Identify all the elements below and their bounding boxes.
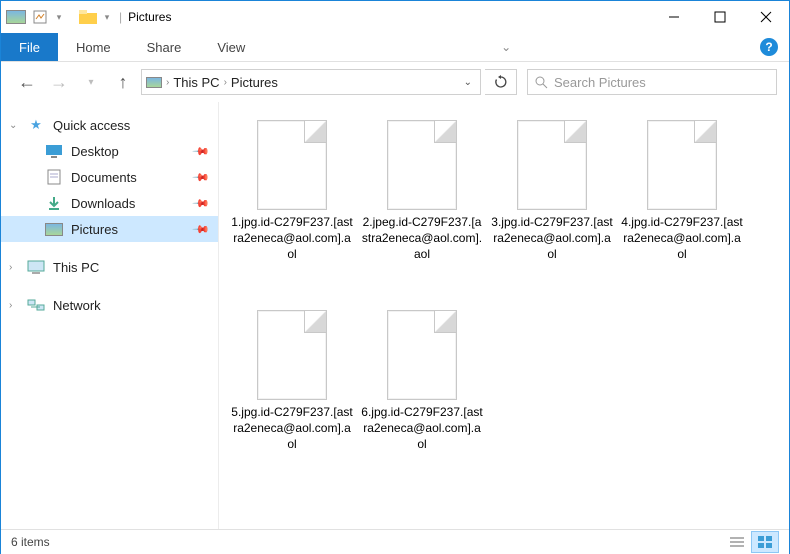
file-icon [517,120,587,210]
breadcrumb[interactable]: This PC [173,75,219,90]
chevron-right-icon: › [166,77,169,88]
desktop-icon [45,142,63,160]
search-input[interactable]: Search Pictures [527,69,777,95]
nav-this-pc[interactable]: › This PC [1,254,218,280]
nav-label: Downloads [71,196,135,211]
recent-locations-button[interactable]: ▾ [77,68,105,96]
nav-label: This PC [53,260,99,275]
star-icon: ★ [27,116,45,134]
file-item[interactable]: 3.jpg.id-C279F237.[astra2eneca@aol.com].… [487,116,617,306]
app-icon[interactable] [5,6,27,28]
nav-label: Desktop [71,144,119,159]
file-item[interactable]: 1.jpg.id-C279F237.[astra2eneca@aol.com].… [227,116,357,306]
nav-item-pictures[interactable]: Pictures 📌 [1,216,218,242]
window-title: Pictures [128,10,171,24]
forward-button[interactable]: → [45,68,73,96]
chevron-down-icon: ⌄ [9,120,17,131]
qat-dropdown-icon[interactable]: ▾ [53,6,65,28]
file-item[interactable]: 2.jpeg.id-C279F237.[astra2eneca@aol.com]… [357,116,487,306]
nav-label: Pictures [71,222,118,237]
search-placeholder: Search Pictures [554,75,646,90]
quick-access-toolbar: ▾ ▾ [5,6,113,28]
file-name: 2.jpeg.id-C279F237.[astra2eneca@aol.com]… [361,214,483,263]
chevron-right-icon: › [224,77,227,88]
nav-label: Quick access [53,118,130,133]
ribbon-expand-button[interactable]: ⌄ [486,33,526,61]
pin-icon: 📌 [192,220,211,239]
ribbon-tab-view[interactable]: View [199,33,263,61]
window-title-separator: | [119,10,122,24]
up-button[interactable]: ↑ [109,68,137,96]
ribbon: File Home Share View ⌄ ? [1,33,789,62]
nav-label: Documents [71,170,137,185]
maximize-button[interactable] [697,2,743,32]
file-item[interactable]: 6.jpg.id-C279F237.[astra2eneca@aol.com].… [357,306,487,496]
pin-icon: 📌 [192,168,211,187]
file-icon [257,310,327,400]
file-name: 4.jpg.id-C279F237.[astra2eneca@aol.com].… [621,214,743,263]
pin-icon: 📌 [192,194,211,213]
ribbon-file-tab[interactable]: File [1,33,58,61]
help-icon: ? [760,38,778,56]
back-button[interactable]: ← [13,68,41,96]
qat-dropdown-icon[interactable]: ▾ [101,6,113,28]
file-item[interactable]: 5.jpg.id-C279F237.[astra2eneca@aol.com].… [227,306,357,496]
minimize-button[interactable] [651,2,697,32]
breadcrumb[interactable]: Pictures [231,75,278,90]
chevron-right-icon: › [9,300,12,311]
thumbnails-icon [758,536,772,548]
pin-icon: 📌 [192,142,211,161]
refresh-button[interactable] [485,69,517,95]
ribbon-tab-home[interactable]: Home [58,33,129,61]
file-icon [257,120,327,210]
file-name: 1.jpg.id-C279F237.[astra2eneca@aol.com].… [231,214,353,263]
ribbon-tab-share[interactable]: Share [129,33,200,61]
file-name: 6.jpg.id-C279F237.[astra2eneca@aol.com].… [361,404,483,453]
address-icon [146,77,162,88]
search-icon [534,75,548,89]
nav-quick-access[interactable]: ⌄ ★ Quick access [1,112,218,138]
nav-item-desktop[interactable]: Desktop 📌 [1,138,218,164]
close-button[interactable] [743,2,789,32]
file-icon [647,120,717,210]
view-thumbnails-button[interactable] [751,531,779,553]
file-name: 5.jpg.id-C279F237.[astra2eneca@aol.com].… [231,404,353,453]
file-name: 3.jpg.id-C279F237.[astra2eneca@aol.com].… [491,214,613,263]
pictures-icon [45,220,63,238]
downloads-icon [45,194,63,212]
nav-item-downloads[interactable]: Downloads 📌 [1,190,218,216]
chevron-right-icon: › [9,262,12,273]
address-dropdown-button[interactable]: ⌄ [464,77,476,88]
item-count: 6 items [11,535,50,549]
address-bar[interactable]: › This PC › Pictures ⌄ [141,69,481,95]
titlebar: ▾ ▾ | Pictures [1,1,789,33]
details-icon [730,536,744,548]
folder-icon [77,6,99,28]
file-icon [387,120,457,210]
file-item[interactable]: 4.jpg.id-C279F237.[astra2eneca@aol.com].… [617,116,747,306]
navigation-bar: ← → ▾ ↑ › This PC › Pictures ⌄ Search Pi… [1,62,789,102]
status-bar: 6 items [1,529,789,554]
file-list[interactable]: 1.jpg.id-C279F237.[astra2eneca@aol.com].… [219,102,789,529]
nav-label: Network [53,298,101,313]
qat-properties-button[interactable] [29,6,51,28]
nav-item-documents[interactable]: Documents 📌 [1,164,218,190]
computer-icon [27,258,45,276]
view-details-button[interactable] [723,531,751,553]
documents-icon [45,168,63,186]
file-icon [387,310,457,400]
help-button[interactable]: ? [749,33,789,61]
navigation-pane: ⌄ ★ Quick access Desktop 📌 Documents 📌 D… [1,102,219,529]
network-icon [27,296,45,314]
nav-network[interactable]: › Network [1,292,218,318]
window-controls [651,2,789,32]
